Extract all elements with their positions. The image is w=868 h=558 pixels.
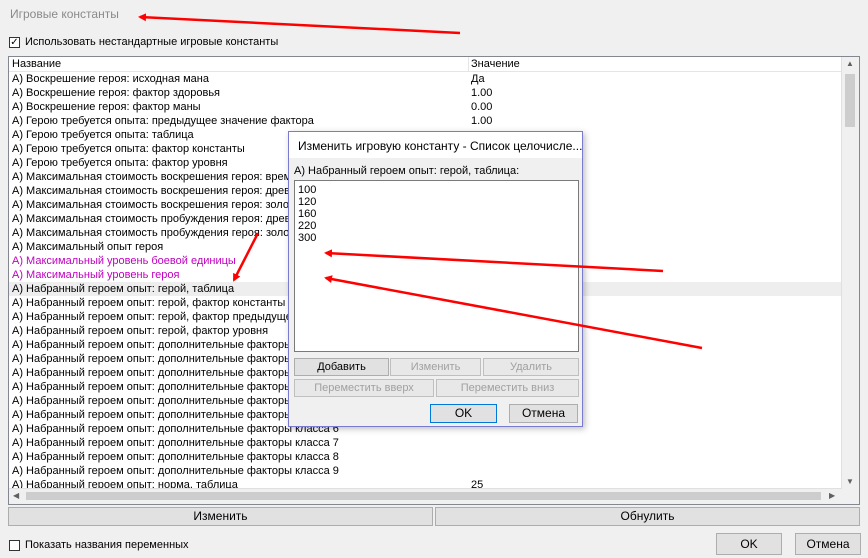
show-vars-label: Показать названия переменных [25,539,189,551]
value-line: 100 [298,184,317,196]
table-row[interactable]: A) Набранный героем опыт: дополнительные… [9,450,847,464]
modify-button[interactable]: Изменить [390,358,481,376]
edit-button[interactable]: Изменить [8,507,433,526]
row-name: A) Максимальная стоимость воскрешения ге… [12,185,320,197]
table-row[interactable]: A) Герою требуется опыта: предыдущее зна… [9,114,847,128]
row-name: A) Набранный героем опыт: дополнительные… [12,437,339,449]
column-header-name[interactable]: Название [12,58,61,70]
row-name: A) Максимальный опыт героя [12,241,164,253]
move-down-button[interactable]: Переместить вниз [436,379,579,397]
row-value: 0.00 [471,101,493,113]
row-name: A) Максимальная стоимость воскрешения ге… [12,199,300,211]
scroll-left-icon[interactable]: ◀ [13,491,19,500]
row-name: A) Воскрешение героя: фактор здоровья [12,87,221,99]
row-name: A) Набранный героем опыт: герой, фактор … [12,325,269,337]
value-line: 220 [298,220,317,232]
row-name: A) Набранный героем опыт: герой, таблица [12,283,235,295]
show-vars-checkbox[interactable] [9,540,20,551]
dialog-cancel-button[interactable]: Отмена [509,404,578,423]
value-line: 160 [298,208,317,220]
scroll-right-icon[interactable]: ▶ [829,491,835,500]
table-row[interactable]: A) Набранный героем опыт: дополнительные… [9,436,847,450]
ok-button[interactable]: OK [716,533,782,555]
cancel-button[interactable]: Отмена [795,533,861,555]
scroll-up-icon[interactable]: ▲ [846,59,854,68]
scroll-down-icon[interactable]: ▼ [846,477,854,486]
row-name: A) Герою требуется опыта: фактор уровня [12,157,228,169]
row-name: A) Воскрешение героя: фактор маны [12,101,201,113]
table-header: Название Значение [9,57,859,72]
column-header-value[interactable]: Значение [471,58,520,70]
row-name: A) Набранный героем опыт: герой, фактор … [12,297,286,309]
add-button[interactable]: Добавить [294,358,389,376]
vertical-scrollbar[interactable]: ▲ ▼ [841,57,859,504]
row-name: A) Максимальная стоимость пробуждения ге… [12,227,301,239]
move-up-button[interactable]: Переместить вверх [294,379,434,397]
delete-button[interactable]: Удалить [483,358,579,376]
dialog-titlebar[interactable]: Изменить игровую константу - Список цело… [289,132,582,158]
dialog-field-label: A) Набранный героем опыт: герой, таблица… [294,165,520,177]
horizontal-scrollbar[interactable]: ◀ ▶ [9,488,842,504]
row-value: Да [471,73,485,85]
row-name: A) Максимальный уровень боевой единицы [12,255,236,267]
scrollbar-thumb[interactable] [26,492,821,500]
arrow-to-title [138,13,461,35]
table-row[interactable]: A) Воскрешение героя: фактор здоровья 1.0… [9,86,847,100]
use-custom-checkbox[interactable]: ✓ [9,37,20,48]
dialog-title: Изменить игровую константу - Список цело… [298,139,583,153]
window-title: Игровые константы [10,7,119,21]
row-name: A) Герою требуется опыта: таблица [12,129,194,141]
scrollbar-thumb[interactable] [845,74,855,127]
table-row[interactable]: A) Воскрешение героя: фактор маны 0.00 [9,100,847,114]
row-name: A) Герою требуется опыта: фактор констан… [12,143,245,155]
table-row[interactable]: A) Набранный героем опыт: дополнительные… [9,464,847,478]
row-name: A) Воскрешение героя: исходная мана [12,73,209,85]
row-value: 1.00 [471,115,493,127]
row-name: A) Набранный героем опыт: дополнительные… [12,451,339,463]
table-row[interactable]: A) Воскрешение героя: исходная мана Да [9,72,847,86]
row-name: A) Максимальная стоимость пробуждения ге… [12,213,321,225]
column-divider[interactable] [468,57,469,71]
row-name: A) Максимальная стоимость воскрешения ге… [12,171,298,183]
edit-constant-dialog: Изменить игровую константу - Список цело… [288,131,583,427]
reset-button[interactable]: Обнулить [435,507,860,526]
value-line: 120 [298,196,317,208]
values-textarea[interactable]: 100 120 160 220 300 [294,180,579,352]
checkbox-box[interactable]: ✓ [9,37,20,48]
row-name: A) Герою требуется опыта: предыдущее зна… [12,115,314,127]
value-line: 300 [298,232,317,244]
row-name: A) Набранный героем опыт: дополнительные… [12,465,339,477]
row-name: A) Максимальный уровень героя [12,269,180,281]
use-custom-label: Использовать нестандартные игровые конст… [25,36,279,48]
row-value: 1.00 [471,87,493,99]
dialog-ok-button[interactable]: OK [430,404,497,423]
checkbox-box[interactable] [9,540,20,551]
